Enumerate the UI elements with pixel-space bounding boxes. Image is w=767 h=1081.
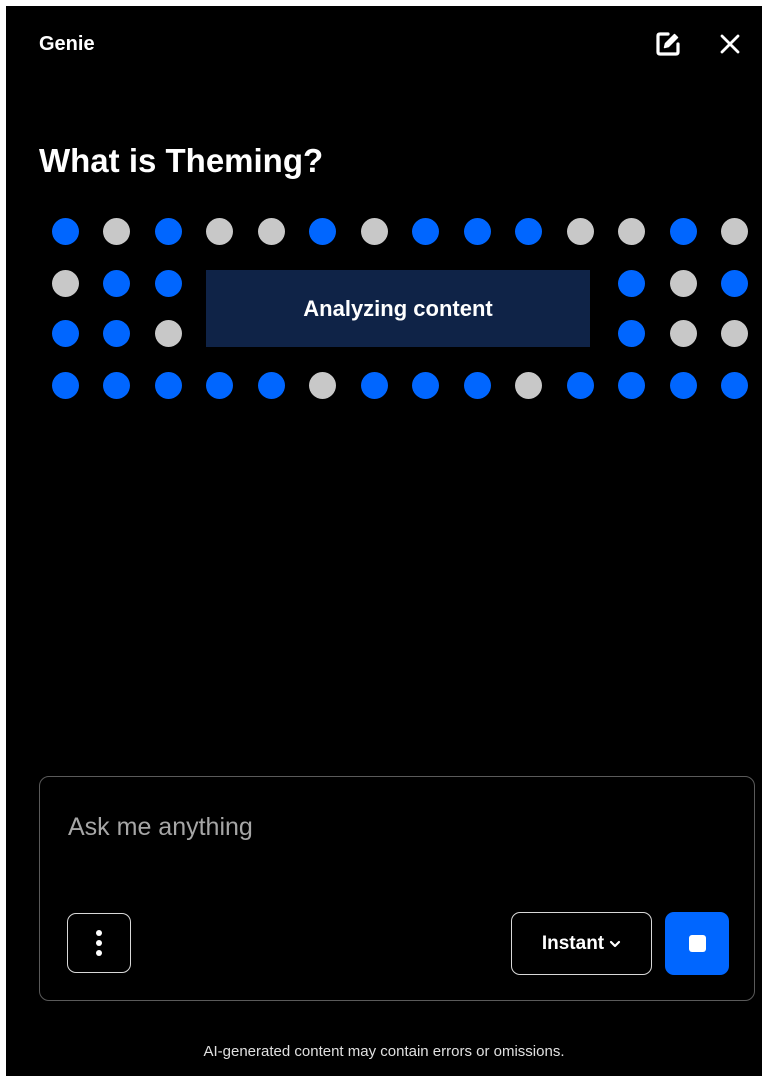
loading-dot (618, 218, 645, 245)
mode-select-label: Instant (541, 932, 605, 954)
loading-dot (154, 372, 182, 399)
loading-dot (721, 218, 748, 245)
more-options-button[interactable] (67, 913, 131, 973)
loading-dot (309, 372, 336, 399)
loading-dot (154, 218, 182, 245)
loading-dot (412, 218, 439, 245)
chevron-down-icon (610, 940, 621, 947)
loading-dot (566, 372, 594, 399)
loading-dot (103, 270, 130, 297)
analyzing-status: Analyzing content (206, 270, 590, 347)
loading-dot (103, 320, 130, 347)
loading-dot (206, 218, 233, 245)
loading-dot (566, 218, 594, 245)
loading-dot (257, 218, 285, 245)
ask-input[interactable] (68, 805, 708, 849)
loading-dot (618, 270, 645, 297)
loading-dot (154, 270, 182, 297)
loading-dot (515, 218, 542, 245)
loading-dot (669, 320, 697, 347)
loading-dot (669, 218, 697, 245)
loading-dot (51, 218, 79, 245)
loading-dot (103, 218, 130, 245)
loading-dot (51, 372, 79, 399)
loading-dot (721, 270, 748, 297)
loading-dot (257, 372, 285, 399)
loading-dot (154, 320, 182, 347)
loading-dot (515, 372, 542, 399)
disclaimer-text: AI-generated content may contain errors … (203, 1043, 565, 1060)
composer: Instant (39, 776, 755, 1001)
genie-panel: Genie What is Theming? Analyzing content… (6, 6, 762, 1076)
loading-dot (206, 372, 233, 399)
loading-dot (721, 320, 748, 347)
more-vertical-icon (96, 930, 102, 956)
loading-dot (51, 320, 79, 347)
loading-dot (618, 320, 645, 347)
loading-dot (360, 372, 388, 399)
loading-dot-grid (6, 6, 762, 426)
loading-dot (463, 218, 491, 245)
loading-dot (412, 372, 439, 399)
mode-select[interactable]: Instant (511, 912, 652, 975)
loading-dot (309, 218, 336, 245)
loading-dot (51, 270, 79, 297)
loading-dot (463, 372, 491, 399)
loading-dot (360, 218, 388, 245)
loading-dot (721, 372, 748, 399)
stop-button[interactable] (665, 912, 729, 975)
loading-dot (669, 270, 697, 297)
loading-dot (669, 372, 697, 399)
loading-dot (618, 372, 645, 399)
analyzing-status-label: Analyzing content (303, 295, 493, 321)
stop-icon (688, 935, 706, 952)
loading-dot (103, 372, 130, 399)
